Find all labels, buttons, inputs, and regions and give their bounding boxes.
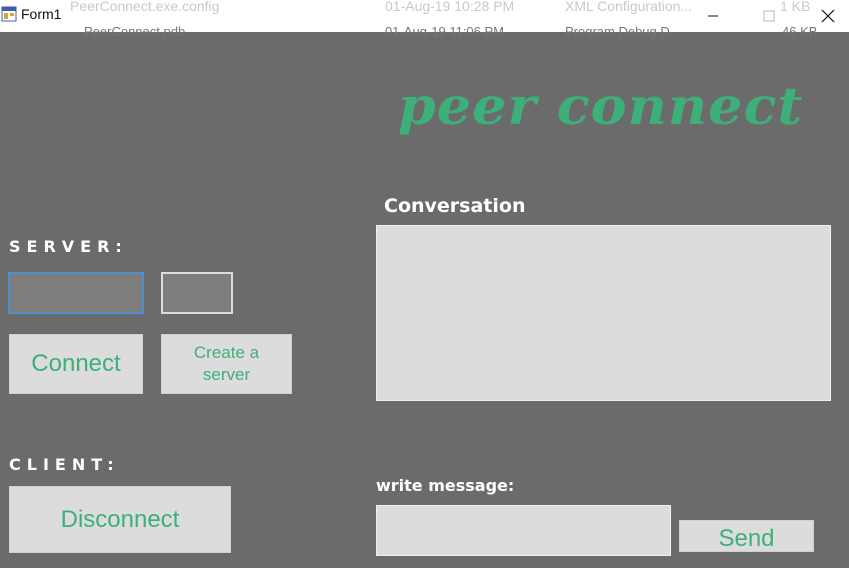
disconnect-button[interactable]: Disconnect <box>9 486 231 553</box>
create-server-button[interactable]: Create a server <box>161 334 292 394</box>
conversation-box[interactable] <box>376 225 831 401</box>
bg-file-date-1: 01-Aug-19 10:28 PM <box>385 0 515 14</box>
message-input[interactable] <box>376 505 671 556</box>
server-label: SERVER: <box>9 237 128 256</box>
window-title: Form1 <box>21 6 62 22</box>
app-icon <box>1 6 17 22</box>
bg-file-name-1: PeerConnect.exe.config <box>70 0 220 14</box>
client-label: CLIENT: <box>9 455 120 474</box>
bg-file-type-1: XML Configuration... <box>565 0 693 14</box>
bg-file-name-2: PeerConnect.pdb <box>84 24 186 39</box>
app-logo: peer connect <box>398 75 804 137</box>
send-button[interactable]: Send <box>679 520 814 552</box>
bg-file-size-2: 46 KB <box>782 24 818 39</box>
minimize-button[interactable] <box>690 0 736 32</box>
maximize-icon <box>763 10 775 22</box>
server-ip-input[interactable] <box>8 272 144 314</box>
close-icon <box>821 9 835 23</box>
bg-file-type-2: Program Debug D... <box>565 24 681 39</box>
minimize-icon <box>708 15 718 17</box>
conversation-label: Conversation <box>384 195 526 217</box>
message-label: write message: <box>376 476 515 495</box>
bg-file-date-2: 01-Aug-19 11:06 PM <box>385 24 504 39</box>
connect-button[interactable]: Connect <box>9 334 143 394</box>
server-port-input[interactable] <box>161 272 233 314</box>
